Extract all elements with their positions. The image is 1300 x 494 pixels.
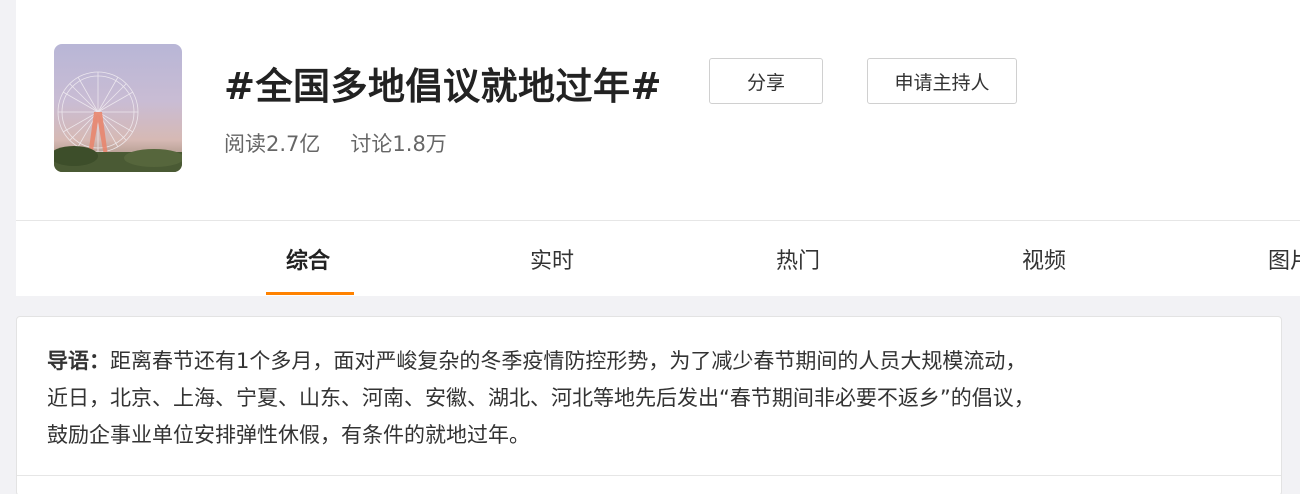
intro-line: 导语：距离春节还有1个多月，面对严峻复杂的冬季疫情防控形势，为了减少春节期间的人… bbox=[47, 343, 1262, 380]
topic-header: #全国多地倡议就地过年# 分享 申请主持人 阅读2.7亿 讨论1.8万 综合 实… bbox=[16, 0, 1300, 296]
tab-realtime[interactable]: 实时 bbox=[530, 243, 574, 275]
topic-title: #全国多地倡议就地过年# bbox=[224, 65, 663, 108]
intro-line: 近日，北京、上海、宁夏、山东、河南、安徽、湖北、河北等地先后发出“春节期间非必要… bbox=[47, 386, 1035, 410]
topic-stats: 阅读2.7亿 讨论1.8万 bbox=[224, 128, 447, 158]
tab-images[interactable]: 图片 bbox=[1268, 243, 1300, 275]
topic-tabs: 综合 实时 热门 视频 图片 bbox=[16, 221, 1300, 296]
ferris-wheel-image bbox=[54, 71, 182, 172]
intro-text: 导语：距离春节还有1个多月，面对严峻复杂的冬季疫情防控形势，为了减少春节期间的人… bbox=[47, 343, 1262, 454]
intro-card: 导语：距离春节还有1个多月，面对严峻复杂的冬季疫情防控形势，为了减少春节期间的人… bbox=[16, 316, 1282, 494]
active-tab-indicator bbox=[266, 292, 354, 295]
intro-label: 导语： bbox=[47, 349, 110, 373]
discussion-count: 讨论1.8万 bbox=[350, 132, 447, 156]
intro-line-text: 距离春节还有1个多月，面对严峻复杂的冬季疫情防控形势，为了减少春节期间的人员大规… bbox=[110, 349, 1027, 373]
apply-host-button[interactable]: 申请主持人 bbox=[867, 58, 1017, 104]
topic-cover-image bbox=[54, 44, 182, 172]
tab-comprehensive[interactable]: 综合 bbox=[286, 243, 330, 275]
intro-divider bbox=[17, 475, 1281, 476]
tab-video[interactable]: 视频 bbox=[1022, 243, 1066, 275]
tab-hot[interactable]: 热门 bbox=[776, 243, 820, 275]
read-count: 阅读2.7亿 bbox=[224, 132, 321, 156]
share-button[interactable]: 分享 bbox=[709, 58, 823, 104]
intro-line: 鼓励企事业单位安排弹性休假，有条件的就地过年。 bbox=[47, 423, 530, 447]
